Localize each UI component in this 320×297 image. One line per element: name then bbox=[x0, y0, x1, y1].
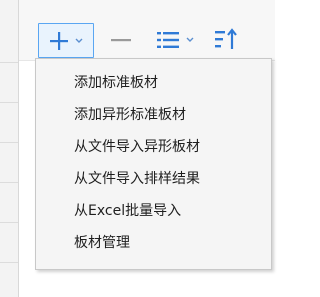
toolbar bbox=[19, 0, 275, 61]
row-divider bbox=[0, 102, 18, 103]
minus-icon bbox=[111, 38, 131, 41]
row-divider bbox=[0, 222, 18, 223]
plus-icon bbox=[50, 31, 68, 50]
menu-item-import-irregular-from-file[interactable]: 从文件导入异形板材 bbox=[36, 131, 271, 163]
row-divider bbox=[0, 262, 18, 263]
add-dropdown-menu: 添加标准板材 添加异形标准板材 从文件导入异形板材 从文件导入排样结果 从Exc… bbox=[35, 58, 272, 270]
left-panel-edge bbox=[0, 0, 19, 297]
row-divider bbox=[0, 142, 18, 143]
row-divider bbox=[0, 182, 18, 183]
remove-button[interactable] bbox=[101, 23, 141, 56]
sort-button[interactable] bbox=[207, 23, 247, 56]
menu-item-import-from-excel[interactable]: 从Excel批量导入 bbox=[36, 195, 271, 227]
menu-item-import-layout-result[interactable]: 从文件导入排样结果 bbox=[36, 163, 271, 195]
list-icon bbox=[157, 31, 179, 48]
row-divider bbox=[0, 62, 18, 63]
list-menu-button[interactable] bbox=[149, 23, 201, 56]
menu-item-add-irregular-board[interactable]: 添加异形标准板材 bbox=[36, 99, 271, 131]
sort-icon bbox=[215, 27, 237, 49]
menu-item-add-standard-board[interactable]: 添加标准板材 bbox=[36, 67, 271, 99]
chevron-down-icon bbox=[75, 38, 83, 43]
chevron-down-icon bbox=[186, 37, 194, 42]
menu-item-board-management[interactable]: 板材管理 bbox=[36, 227, 271, 259]
add-button[interactable] bbox=[38, 23, 94, 58]
